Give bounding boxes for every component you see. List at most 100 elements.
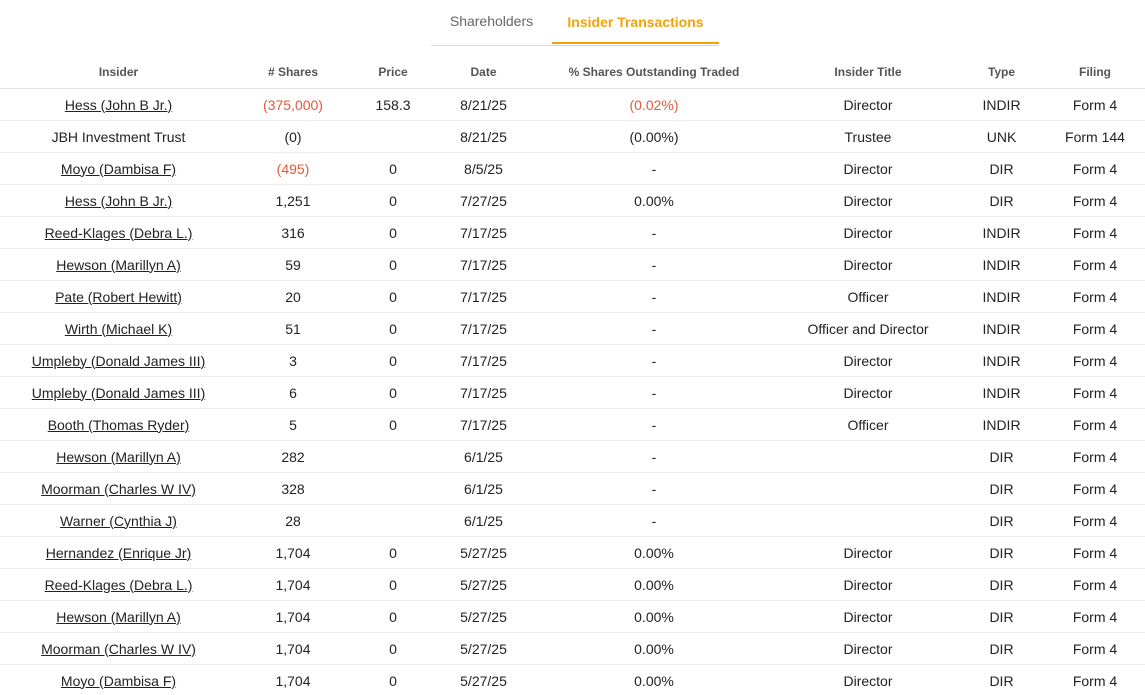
date-cell: 7/17/25 [460, 224, 507, 241]
price-cell: 0 [389, 384, 397, 401]
insider-name[interactable]: Umpleby (Donald James III) [32, 353, 206, 369]
column-header-filing[interactable]: Filing [1045, 56, 1145, 89]
insider-name-wrap: Hewson (Marillyn A) [0, 600, 237, 633]
shares-cell: 316 [281, 224, 305, 241]
price-cell: 0 [389, 352, 397, 369]
shares-cell: 5 [289, 416, 297, 433]
pct-traded-cell: 0.00% [634, 608, 674, 625]
table-row: Warner (Cynthia J) 28 6/1/25 - DIR Form 4 [0, 504, 1145, 537]
shares-cell-wrap: 1,251 [237, 184, 349, 217]
insider-title-cell: Director [843, 160, 893, 177]
pct-traded-cell-wrap: - [530, 152, 778, 185]
insider-name[interactable]: Moorman (Charles W IV) [41, 641, 196, 657]
table-row: Hernandez (Enrique Jr) 1,704 0 5/27/25 0.00%… [0, 536, 1145, 569]
type-cell: INDIR [982, 416, 1021, 433]
price-cell: 0 [389, 544, 397, 561]
insider-name[interactable]: Hewson (Marillyn A) [56, 449, 180, 465]
column-header-shares[interactable]: # Shares [237, 56, 349, 89]
type-cell-wrap: DIR [958, 472, 1045, 505]
column-header-price[interactable]: Price [349, 56, 437, 89]
column-header-type[interactable]: Type [958, 56, 1045, 89]
shares-cell-wrap: 1,704 [237, 664, 349, 695]
filing-cell: Form 4 [1072, 448, 1118, 465]
tab-shareholders[interactable]: Shareholders [431, 0, 552, 44]
type-cell-wrap: DIR [958, 184, 1045, 217]
insider-name[interactable]: Hewson (Marillyn A) [56, 257, 180, 273]
date-cell-wrap: 7/17/25 [437, 216, 530, 249]
filing-cell: Form 4 [1072, 640, 1118, 657]
pct-traded-cell: - [651, 480, 657, 497]
insider-title-cell: Director [843, 96, 893, 113]
insider-title-cell: Director [843, 544, 893, 561]
insider-name-wrap: Reed-Klages (Debra L.) [0, 216, 237, 249]
insider-name[interactable]: Booth (Thomas Ryder) [48, 417, 190, 433]
table-row: Moorman (Charles W IV) 328 6/1/25 - DIR Form … [0, 472, 1145, 505]
insider-name[interactable]: Wirth (Michael K) [65, 321, 172, 337]
column-header-date[interactable]: Date [437, 56, 530, 89]
filing-cell-wrap: Form 4 [1045, 184, 1145, 217]
insider-name[interactable]: Warner (Cynthia J) [60, 513, 177, 529]
column-header-insider-title[interactable]: Insider Title [778, 56, 958, 89]
price-cell-wrap [349, 440, 437, 473]
shares-cell: 328 [281, 480, 305, 497]
shares-cell-wrap: 6 [237, 376, 349, 409]
shares-cell-wrap: 51 [237, 312, 349, 345]
shares-cell: 51 [285, 320, 301, 337]
insider-title-cell-wrap: Officer [778, 280, 958, 313]
pct-traded-cell-wrap: - [530, 312, 778, 345]
price-cell-wrap: 0 [349, 216, 437, 249]
pct-traded-cell: - [651, 224, 657, 241]
date-cell: 7/17/25 [460, 352, 507, 369]
pct-traded-cell-wrap: 0.00% [530, 568, 778, 601]
type-cell: INDIR [982, 224, 1021, 241]
column-header-pct-traded[interactable]: % Shares Outstanding Traded [530, 56, 778, 89]
insider-name[interactable]: Reed-Klages (Debra L.) [45, 225, 193, 241]
price-cell: 158.3 [375, 96, 411, 113]
date-cell: 6/1/25 [464, 512, 503, 529]
tab-insider-transactions[interactable]: Insider Transactions [552, 0, 719, 44]
insider-name[interactable]: Moyo (Dambisa F) [61, 673, 176, 689]
tab-bar: Shareholders Insider Transactions [431, 0, 719, 46]
shares-cell-wrap: 28 [237, 504, 349, 537]
filing-cell: Form 4 [1072, 160, 1118, 177]
pct-traded-cell: 0.00% [634, 672, 674, 689]
table-row: Hewson (Marillyn A) 1,704 0 5/27/25 0.00% Dir… [0, 600, 1145, 633]
filing-cell: Form 4 [1072, 384, 1118, 401]
table-row: Hewson (Marillyn A) 282 6/1/25 - DIR Form 4 [0, 440, 1145, 473]
insider-name[interactable]: Hess (John B Jr.) [65, 193, 172, 209]
pct-traded-cell: - [651, 512, 657, 529]
insider-title-cell-wrap: Director [778, 152, 958, 185]
shares-cell: 282 [281, 448, 305, 465]
pct-traded-cell: - [651, 352, 657, 369]
insider-name[interactable]: Hernandez (Enrique Jr) [46, 545, 192, 561]
pct-traded-cell: - [651, 384, 657, 401]
filing-cell-wrap: Form 4 [1045, 664, 1145, 695]
column-header-insider[interactable]: Insider [0, 56, 237, 89]
table-row: Moorman (Charles W IV) 1,704 0 5/27/25 0.00%… [0, 632, 1145, 665]
price-cell-wrap [349, 472, 437, 505]
insider-name[interactable]: Hess (John B Jr.) [65, 97, 172, 113]
price-cell-wrap: 0 [349, 344, 437, 377]
insider-name[interactable]: Moorman (Charles W IV) [41, 481, 196, 497]
shares-cell: (0) [284, 128, 302, 145]
insider-name[interactable]: Umpleby (Donald James III) [32, 385, 206, 401]
price-cell-wrap: 0 [349, 280, 437, 313]
shares-cell-wrap: (495) [237, 152, 349, 185]
filing-cell: Form 4 [1072, 96, 1118, 113]
date-cell-wrap: 5/27/25 [437, 632, 530, 665]
date-cell: 5/27/25 [460, 576, 507, 593]
insider-name[interactable]: Pate (Robert Hewitt) [55, 289, 182, 305]
insider-name[interactable]: Reed-Klages (Debra L.) [45, 577, 193, 593]
filing-cell: Form 4 [1072, 320, 1118, 337]
insider-name[interactable]: Hewson (Marillyn A) [56, 609, 180, 625]
shares-cell: 6 [289, 384, 297, 401]
insider-name[interactable]: Moyo (Dambisa F) [61, 161, 176, 177]
pct-traded-cell: - [651, 448, 657, 465]
pct-traded-cell-wrap: 0.00% [530, 600, 778, 633]
insider-name-wrap: Hess (John B Jr.) [0, 88, 237, 121]
filing-cell: Form 4 [1072, 416, 1118, 433]
price-cell: 0 [389, 416, 397, 433]
price-cell: 0 [389, 608, 397, 625]
table-row: Reed-Klages (Debra L.) 1,704 0 5/27/25 0.00%… [0, 568, 1145, 601]
price-cell-wrap: 0 [349, 536, 437, 569]
